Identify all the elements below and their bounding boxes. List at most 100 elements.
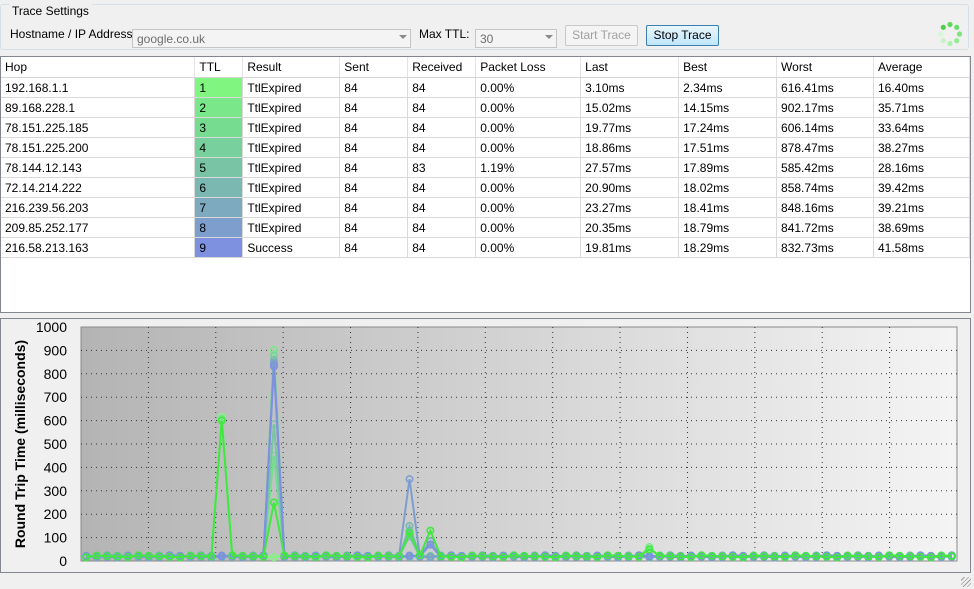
y-tick-label: 300 xyxy=(44,483,68,499)
cell-hop: 209.85.252.177 xyxy=(1,217,196,238)
hostname-combobox[interactable]: google.co.uk xyxy=(132,29,411,48)
cell-ttl: 9 xyxy=(194,237,244,258)
hostname-label: Hostname / IP Address: xyxy=(10,27,136,41)
stop-trace-button[interactable]: Stop Trace xyxy=(646,25,719,46)
cell-sent: 84 xyxy=(339,117,409,138)
cell-ttl: 2 xyxy=(194,97,244,118)
cell-loss: 0.00% xyxy=(475,117,582,138)
cell-worst: 841.72ms xyxy=(776,217,874,238)
cell-sent: 84 xyxy=(339,137,409,158)
cell-avg: 35.71ms xyxy=(873,97,971,118)
chevron-down-icon[interactable] xyxy=(399,35,407,39)
cell-received: 84 xyxy=(407,197,477,218)
cell-hop: 89.168.228.1 xyxy=(1,97,196,118)
col-header-sent[interactable]: Sent xyxy=(339,57,409,78)
cell-avg: 33.64ms xyxy=(873,117,971,138)
y-axis-label: Round Trip Time (milliseconds) xyxy=(12,340,28,548)
hostname-value: google.co.uk xyxy=(137,32,206,46)
cell-last: 18.86ms xyxy=(580,137,680,158)
cell-last: 20.90ms xyxy=(580,177,680,198)
cell-loss: 0.00% xyxy=(475,177,582,198)
cell-best: 18.41ms xyxy=(678,197,778,218)
cell-received: 83 xyxy=(407,157,477,178)
y-tick-label: 700 xyxy=(44,389,68,405)
cell-ttl: 4 xyxy=(194,137,244,158)
cell-last: 20.35ms xyxy=(580,217,680,238)
table-row[interactable]: 78.144.12.143 5 TtlExpired 84 83 1.19% 27.57ms… xyxy=(1,157,971,178)
maxttl-value: 30 xyxy=(480,32,494,46)
start-trace-button[interactable]: Start Trace xyxy=(565,25,638,46)
cell-received: 84 xyxy=(407,237,477,258)
cell-hop: 216.239.56.203 xyxy=(1,197,196,218)
cell-received: 84 xyxy=(407,137,477,158)
cell-best: 18.29ms xyxy=(678,237,778,258)
cell-loss: 1.19% xyxy=(475,157,582,178)
cell-avg: 16.40ms xyxy=(873,77,971,98)
cell-avg: 41.58ms xyxy=(873,237,971,258)
trace-settings-title: Trace Settings xyxy=(9,4,92,18)
cell-avg: 39.42ms xyxy=(873,177,971,198)
chevron-down-icon[interactable] xyxy=(545,35,553,39)
y-tick-label: 200 xyxy=(44,506,68,522)
col-header-result[interactable]: Result xyxy=(242,57,341,78)
cell-result: TtlExpired xyxy=(242,117,341,138)
col-header-average[interactable]: Average xyxy=(873,57,971,78)
cell-last: 19.77ms xyxy=(580,117,680,138)
cell-result: TtlExpired xyxy=(242,137,341,158)
col-header-hop[interactable]: Hop xyxy=(1,57,196,78)
cell-best: 14.15ms xyxy=(678,97,778,118)
cell-avg: 38.27ms xyxy=(873,137,971,158)
table-row[interactable]: 216.239.56.203 7 TtlExpired 84 84 0.00% 23.27m… xyxy=(1,197,971,218)
cell-best: 18.79ms xyxy=(678,217,778,238)
cell-result: TtlExpired xyxy=(242,217,341,238)
maxttl-label: Max TTL: xyxy=(419,27,470,41)
col-header-received[interactable]: Received xyxy=(407,57,477,78)
cell-hop: 78.144.12.143 xyxy=(1,157,196,178)
plot-area xyxy=(80,326,958,562)
cell-avg: 39.21ms xyxy=(873,197,971,218)
cell-loss: 0.00% xyxy=(475,77,582,98)
table-row[interactable]: 78.151.225.185 3 TtlExpired 84 84 0.00% 19.77m… xyxy=(1,117,971,138)
table-row[interactable]: 78.151.225.200 4 TtlExpired 84 84 0.00% 18.86m… xyxy=(1,137,971,158)
table-row[interactable]: 89.168.228.1 2 TtlExpired 84 84 0.00% 15.02ms 1… xyxy=(1,97,971,118)
cell-sent: 84 xyxy=(339,177,409,198)
col-header-best[interactable]: Best xyxy=(678,57,778,78)
rtt-chart-panel: 0 100 200 300 400 500 600 700 800 900 1000 Round Tr… xyxy=(0,318,971,573)
cell-last: 23.27ms xyxy=(580,197,680,218)
y-tick-label: 800 xyxy=(44,366,68,382)
cell-result: TtlExpired xyxy=(242,197,341,218)
cell-ttl: 7 xyxy=(194,197,244,218)
cell-sent: 84 xyxy=(339,77,409,98)
trace-results-grid[interactable]: Hop TTL Result Sent Received Packet Loss… xyxy=(0,56,971,313)
busy-spinner-icon xyxy=(937,21,963,47)
table-row[interactable]: 209.85.252.177 8 TtlExpired 84 84 0.00% 20.35m… xyxy=(1,217,971,238)
table-row[interactable]: 216.58.213.163 9 Success 84 84 0.00% 19.81ms 18… xyxy=(1,237,971,258)
cell-worst: 902.17ms xyxy=(776,97,874,118)
cell-best: 17.51ms xyxy=(678,137,778,158)
cell-received: 84 xyxy=(407,77,477,98)
trace-settings-group: Trace Settings Hostname / IP Address: go… xyxy=(0,4,969,50)
col-header-packet-loss[interactable]: Packet Loss xyxy=(475,57,582,78)
cell-hop: 78.151.225.200 xyxy=(1,137,196,158)
table-row[interactable]: 72.14.214.222 6 TtlExpired 84 84 0.00% 20.90ms… xyxy=(1,177,971,198)
cell-best: 2.34ms xyxy=(678,77,778,98)
y-tick-label: 0 xyxy=(59,553,67,569)
col-header-worst[interactable]: Worst xyxy=(776,57,874,78)
resize-grip-icon[interactable] xyxy=(961,577,971,587)
maxttl-combobox[interactable]: 30 xyxy=(475,29,557,48)
cell-received: 84 xyxy=(407,117,477,138)
y-tick-label: 1000 xyxy=(36,319,67,335)
cell-best: 17.24ms xyxy=(678,117,778,138)
cell-hop: 192.168.1.1 xyxy=(1,77,196,98)
cell-ttl: 1 xyxy=(194,77,244,98)
grid-header-row: Hop TTL Result Sent Received Packet Loss… xyxy=(1,57,971,78)
cell-sent: 84 xyxy=(339,157,409,178)
y-tick-label: 500 xyxy=(44,436,68,452)
col-header-ttl[interactable]: TTL xyxy=(194,57,244,78)
cell-result: TtlExpired xyxy=(242,97,341,118)
col-header-last[interactable]: Last xyxy=(580,57,680,78)
cell-received: 84 xyxy=(407,97,477,118)
cell-result: TtlExpired xyxy=(242,157,341,178)
cell-best: 17.89ms xyxy=(678,157,778,178)
table-row[interactable]: 192.168.1.1 1 TtlExpired 84 84 0.00% 3.10ms 2.3… xyxy=(1,77,971,98)
